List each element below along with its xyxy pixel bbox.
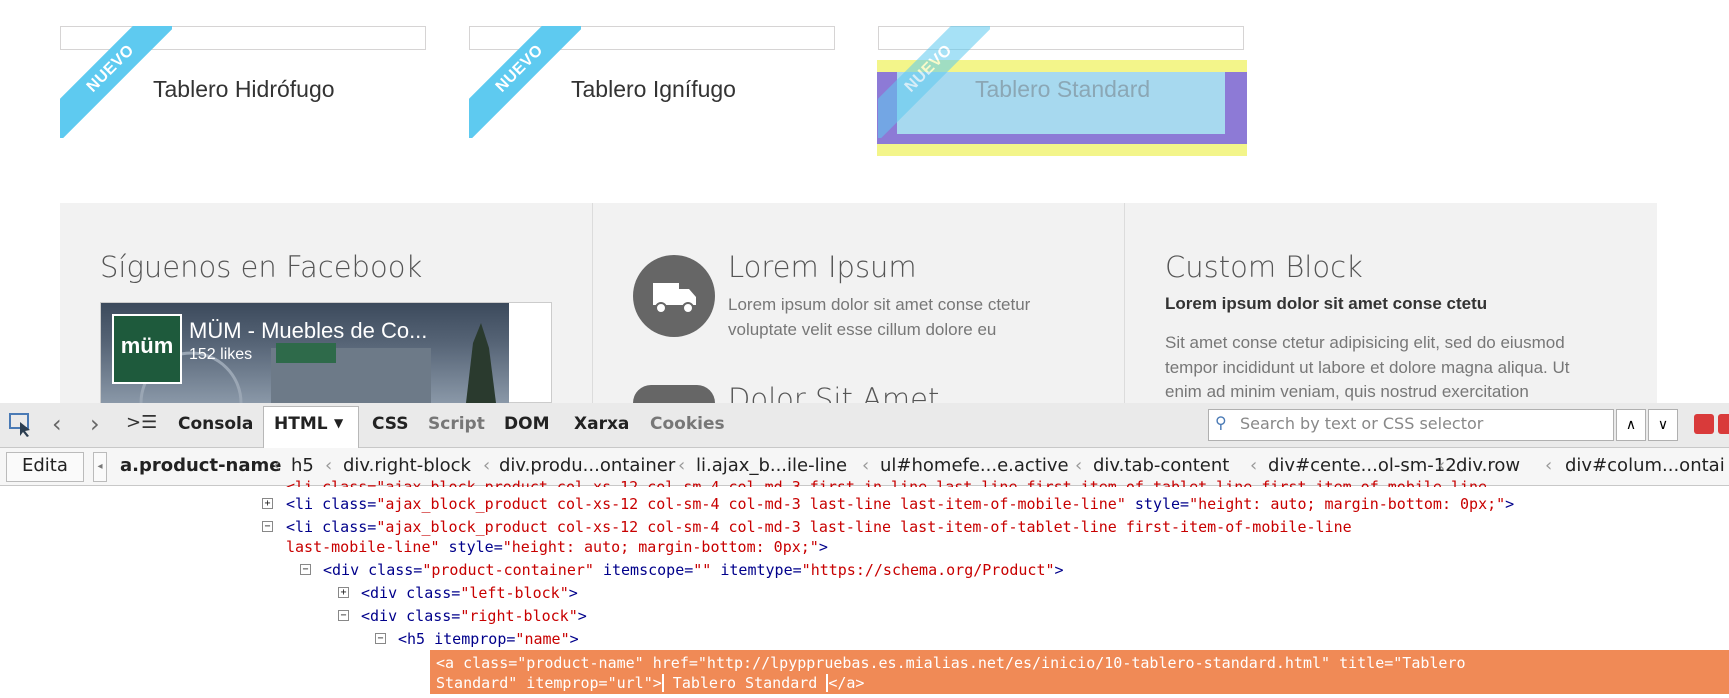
tab-html[interactable]: HTML [274,414,328,434]
collapse-icon[interactable]: − [300,564,311,575]
breadcrumb-item[interactable]: div.row [1456,455,1520,476]
breadcrumb-separator: ‹ [325,455,333,476]
ribbon-label: NUEVO [469,26,581,138]
attr-value: ajax_block_product col-xs-12 col-sm-4 co… [385,518,1352,536]
close-icon[interactable] [1718,414,1729,434]
search-next-button[interactable]: ∨ [1648,409,1678,441]
expand-icon[interactable]: + [262,498,273,509]
custom-block-text-line: tempor incididunt ut labore et dolore ma… [1165,358,1570,377]
collapse-icon[interactable]: − [262,521,273,532]
attr-value: last-mobile-line [286,538,431,556]
selected-node-line[interactable]: Standard" itemprop="url"> Tablero Standa… [436,674,864,692]
command-line-icon[interactable]: >☰ [126,412,157,433]
minimize-icon[interactable] [1694,414,1714,434]
back-arrow-icon[interactable]: ‹ [52,410,62,438]
truck-icon [653,283,696,314]
breadcrumb-item[interactable]: div#cente...ol-sm-12 [1268,455,1457,476]
edit-button-label[interactable]: Edita [22,455,68,476]
attr-value: name [524,630,561,648]
new-ribbon: NUEVO [878,26,990,138]
custom-block-text-line: enim ad minim veniam, quis nostrud exerc… [1165,382,1529,401]
product-title[interactable]: Tablero Ignífugo [571,76,736,103]
lorem-heading: Lorem Ipsum [728,250,917,284]
breadcrumb-item[interactable]: li.ajax_b...ile-line [696,455,847,476]
product-card: NUEVO Tablero Hidrófugo [60,26,426,146]
search-previous-button[interactable]: ∧ [1616,409,1646,441]
breadcrumb-separator: ‹ [483,455,491,476]
custom-block-subheading: Lorem ipsum dolor sit amet conse ctetu [1165,294,1488,313]
dom-node-line[interactable]: <div class="product-container" itemscope… [323,561,1064,579]
breadcrumb-scroll-left[interactable]: ◂ [93,452,107,482]
breadcrumb-separator: ‹ [1545,455,1553,476]
attr-value: height: auto; margin-bottom: 0px; [511,538,810,556]
search-icon: ⚲ [1215,413,1227,432]
product-title[interactable]: Tablero Standard [975,76,1150,103]
dom-node-line[interactable]: <div class="right-block"> [361,607,587,625]
truck-icon-circle [633,255,715,337]
attr-value: product-container [431,561,585,579]
attr-value: right-block [469,607,569,625]
facebook-heading: Síguenos en Facebook [100,250,423,284]
breadcrumb-separator: ‹ [678,455,686,476]
breadcrumb-separator: ‹ [1438,455,1446,476]
new-ribbon: NUEVO [469,26,581,138]
dom-node-line[interactable]: last-mobile-line" style="height: auto; m… [286,538,828,556]
code-fragment: Standard" itemprop="url"> [436,674,662,692]
next-heading: Dolor Sit Amet [728,382,940,403]
attr-value: https://schema.org/Product [810,561,1046,579]
dom-node-line[interactable]: <li class="ajax_block_product col-xs-12 … [286,495,1514,513]
tab-network[interactable]: Xarxa [574,414,629,434]
lorem-text-line: Lorem ipsum dolor sit amet conse ctetur [728,295,1031,314]
facebook-likes: 152 likes [189,346,253,363]
breadcrumb-item[interactable]: div#colum...ontai [1565,455,1729,476]
ribbon-label: NUEVO [878,26,990,138]
tab-cookies[interactable]: Cookies [650,414,725,434]
code-fragment: </a> [828,674,865,692]
breadcrumb-item[interactable]: div.tab-content [1093,455,1229,476]
expand-icon[interactable]: + [338,587,349,598]
attr-value: height: auto; margin-bottom: 0px; [1198,495,1497,513]
dom-node-line[interactable]: <li class="ajax_block_product col-xs-12 … [286,478,1487,487]
tab-console[interactable]: Consola [178,414,253,434]
attr-value: left-block [469,584,560,602]
footer-divider [592,203,593,403]
facebook-page-name[interactable]: MÜM - Muebles de Co... [189,318,427,344]
breadcrumb-item[interactable]: h5 [291,455,314,476]
tab-script[interactable]: Script [428,414,485,434]
dom-node-line[interactable]: <div class="left-block"> [361,584,578,602]
product-card: NUEVO Tablero Ignífugo [469,26,835,146]
breadcrumb-separator: ‹ [1250,455,1258,476]
icon-circle [633,385,715,403]
dom-node-line[interactable]: <h5 itemprop="name"> [398,630,579,648]
collapse-icon[interactable]: − [375,633,386,644]
custom-block-text-line: Sit amet conse ctetur adipisicing elit, … [1165,333,1565,352]
selected-node-line[interactable]: <a class="product-name" href="http://lpy… [436,654,1466,672]
breadcrumb-item[interactable]: div.produ...ontainer [499,455,675,476]
breadcrumb-separator: ‹ [1075,455,1083,476]
product-card: NUEVO Tablero Standard [878,26,1244,146]
lorem-text-line: voluptate velit esse cillum dolore eu [728,320,997,339]
tab-css[interactable]: CSS [372,414,409,434]
tab-dom[interactable]: DOM [504,414,549,434]
custom-block-heading: Custom Block [1165,250,1363,284]
attr-value: ajax_block_product col-xs-12 col-sm-4 co… [385,495,1117,513]
breadcrumb-item[interactable]: a.product-name [120,455,281,476]
facebook-page-logo[interactable]: müm [112,314,182,384]
forward-arrow-icon[interactable]: › [90,410,100,438]
dom-node-line[interactable]: <li class="ajax_block_product col-xs-12 … [286,518,1352,536]
breadcrumb-separator: ‹ [273,455,281,476]
chevron-down-icon[interactable]: ▼ [334,416,343,430]
product-title[interactable]: Tablero Hidrófugo [153,76,335,103]
breadcrumb-item[interactable]: ul#homefe...e.active [880,455,1069,476]
footer-divider [1124,203,1125,403]
collapse-icon[interactable]: − [338,610,349,621]
breadcrumb-separator: ‹ [862,455,870,476]
search-placeholder: Search by text or CSS selector [1240,414,1484,433]
logo-text: müm [120,333,174,358]
node-text-content[interactable]: Tablero Standard [661,674,829,692]
breadcrumb-item[interactable]: div.right-block [343,455,471,476]
inspect-element-icon[interactable] [8,412,34,438]
